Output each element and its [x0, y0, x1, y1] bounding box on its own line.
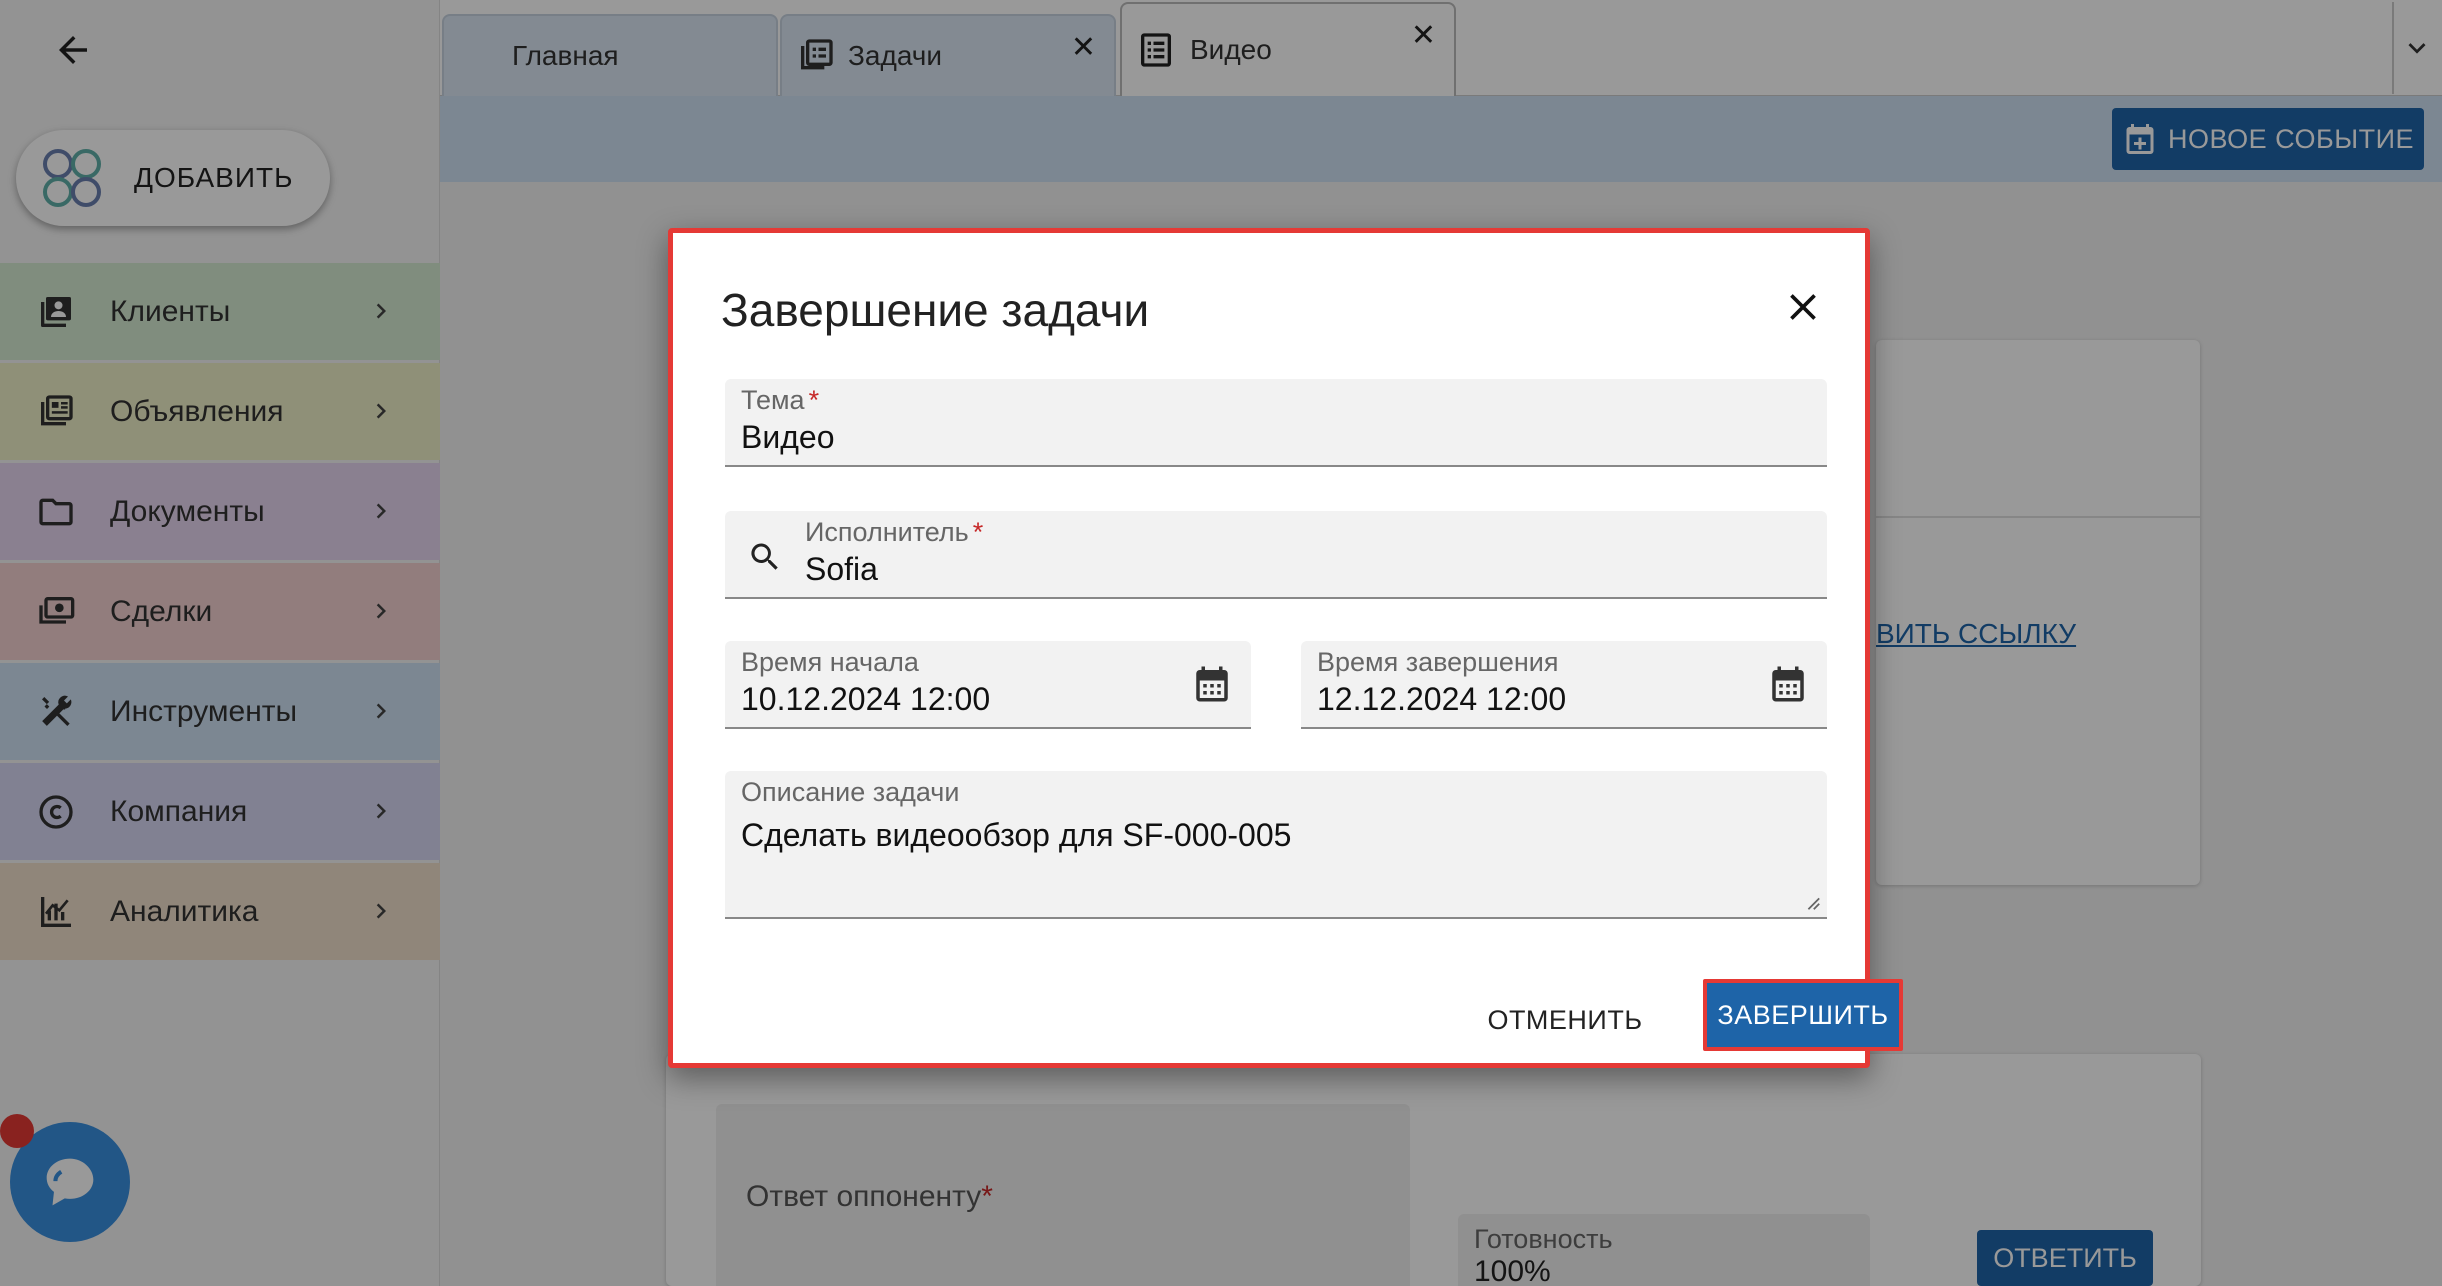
calendar-icon[interactable]	[1767, 663, 1809, 705]
description-field[interactable]: Описание задачи Сделать видеообзор для S…	[725, 771, 1827, 919]
end-time-value: 12.12.2024 12:00	[1317, 681, 1567, 717]
description-label: Описание задачи	[741, 777, 960, 807]
start-time-value: 10.12.2024 12:00	[741, 681, 991, 717]
required-mark: *	[808, 385, 820, 415]
required-mark: *	[972, 517, 984, 547]
topic-label: Тема	[741, 385, 805, 415]
resize-handle-icon[interactable]	[1803, 893, 1821, 911]
topic-value: Видео	[741, 419, 835, 455]
executor-value: Sofia	[805, 551, 878, 587]
complete-task-dialog: Завершение задачи Тема * Видео Исполнител…	[668, 228, 1903, 1068]
description-value: Сделать видеообзор для SF-000-005	[741, 817, 1292, 853]
end-time-label: Время завершения	[1317, 647, 1559, 677]
start-time-field[interactable]: Время начала 10.12.2024 12:00	[725, 641, 1251, 729]
dialog-title: Завершение задачи	[721, 284, 1150, 336]
cancel-button[interactable]: ОТМЕНИТЬ	[1465, 989, 1665, 1051]
executor-field[interactable]: Исполнитель * Sofia	[725, 511, 1827, 599]
executor-label-wrap: Исполнитель *	[805, 517, 983, 548]
search-icon	[751, 543, 778, 570]
end-time-field[interactable]: Время завершения 12.12.2024 12:00	[1301, 641, 1827, 729]
topic-label-wrap: Тема *	[741, 385, 819, 416]
topic-field[interactable]: Тема * Видео	[725, 379, 1827, 467]
close-icon[interactable]	[1781, 285, 1825, 329]
executor-label: Исполнитель	[805, 517, 969, 547]
calendar-icon[interactable]	[1191, 663, 1233, 705]
start-time-label: Время начала	[741, 647, 919, 677]
finish-button[interactable]: ЗАВЕРШИТЬ	[1703, 979, 1903, 1051]
